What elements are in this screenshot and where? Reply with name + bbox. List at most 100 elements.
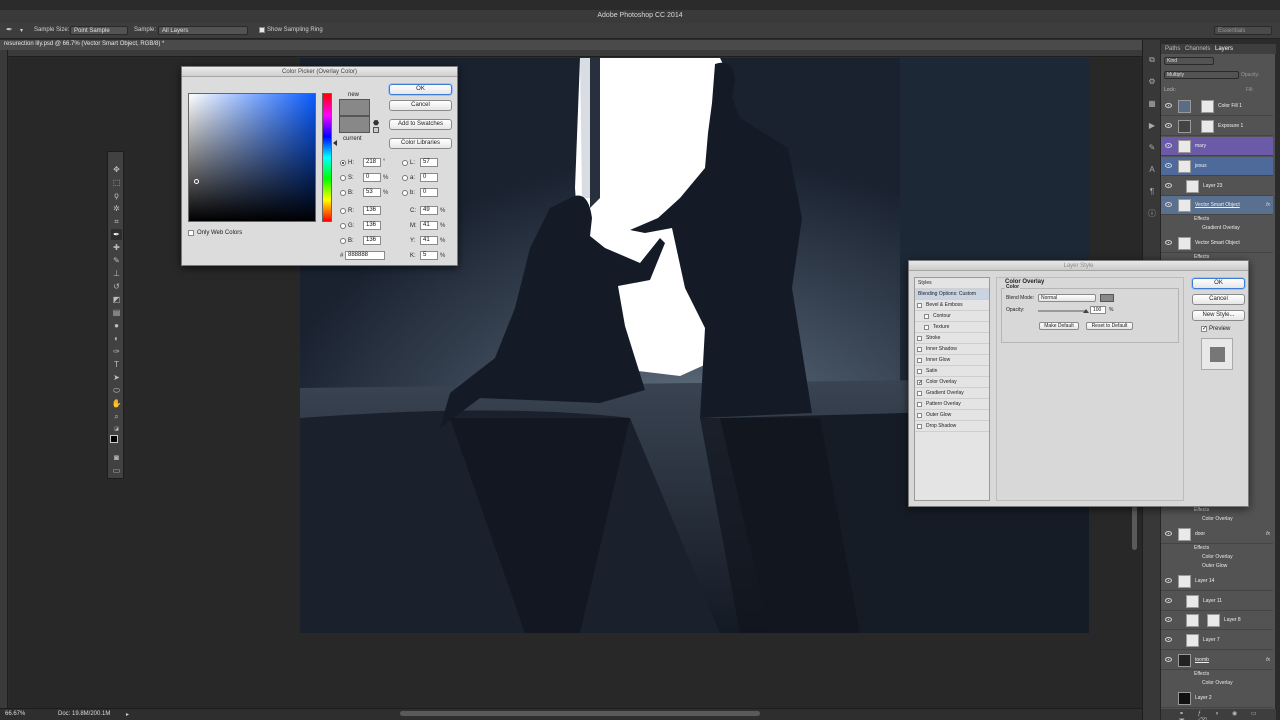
filter-kind-select[interactable]: Kind [1164, 57, 1214, 65]
visibility-eye-icon[interactable] [1165, 598, 1172, 603]
paragraph-panel-icon[interactable]: ¶ [1147, 187, 1157, 197]
style-item-contour[interactable]: Contour [915, 311, 989, 322]
hand-tool-icon[interactable]: ✋ [111, 398, 122, 409]
style-checkbox[interactable] [917, 369, 922, 374]
hue-radio[interactable] [340, 160, 346, 166]
status-menu-arrow-icon[interactable]: ▸ [126, 711, 129, 718]
layer-row[interactable]: toomb fx [1161, 651, 1273, 670]
pen-tool-icon[interactable]: ✑ [111, 346, 122, 357]
shape-tool-icon[interactable]: ⬭ [111, 385, 122, 396]
out-of-gamut-icon[interactable]: ⬣ [373, 119, 379, 127]
visibility-eye-icon[interactable] [1165, 143, 1172, 148]
layer-actions-icons[interactable]: ⚭ ƒ ◑ ◉ ▭ ▣ ⌫ [1179, 710, 1276, 720]
layer-group-row[interactable]: mary [1161, 137, 1273, 156]
style-item-color-overlay[interactable]: Color Overlay [915, 377, 989, 389]
move-tool-icon[interactable]: ✥ [111, 164, 122, 175]
hue-input[interactable]: 218 [363, 158, 381, 167]
blur-tool-icon[interactable]: ● [111, 320, 122, 331]
tab-layers[interactable]: Layers [1215, 46, 1233, 52]
cyan-input[interactable]: 49 [420, 206, 438, 215]
blue-input[interactable]: 136 [363, 236, 381, 245]
layer-row[interactable]: door fx [1161, 525, 1273, 544]
visibility-eye-icon[interactable] [1165, 578, 1172, 583]
fx-icon[interactable]: fx [1266, 202, 1270, 208]
layer-group-row[interactable]: jesus [1161, 157, 1273, 176]
blend-mode-select[interactable]: Normal [1038, 294, 1096, 302]
style-item-inner-glow[interactable]: Inner Glow [915, 355, 989, 366]
layer-row[interactable]: Layer 7 [1161, 631, 1273, 650]
style-checkbox[interactable] [917, 358, 922, 363]
layer-row[interactable]: Color Fill 1 [1161, 97, 1273, 116]
styles-header[interactable]: Styles [915, 278, 989, 289]
make-default-button[interactable]: Make Default [1039, 322, 1079, 330]
opacity-input[interactable]: 100 [1090, 306, 1106, 314]
magenta-input[interactable]: 41 [420, 221, 438, 230]
only-web-colors-checkbox[interactable] [188, 230, 194, 236]
style-checkbox[interactable] [924, 325, 929, 330]
add-to-swatches-button[interactable]: Add to Swatches [389, 119, 452, 130]
tab-paths[interactable]: Paths [1165, 46, 1180, 52]
character-panel-icon[interactable]: A [1147, 165, 1157, 175]
history-panel-icon[interactable]: ⧉ [1147, 55, 1157, 65]
layer-row[interactable]: Layer 11 [1161, 592, 1273, 611]
effect-item[interactable]: Color Overlay [1202, 554, 1233, 560]
style-item-stroke[interactable]: Stroke [915, 333, 989, 344]
style-item-bevel-emboss[interactable]: Bevel & Emboss [915, 300, 989, 311]
layer-row[interactable]: Layer 14 [1161, 572, 1273, 591]
visibility-eye-icon[interactable] [1165, 103, 1172, 108]
red-radio[interactable] [340, 208, 346, 214]
clone-stamp-tool-icon[interactable]: ⊥ [111, 268, 122, 279]
cancel-button[interactable]: Cancel [1192, 294, 1245, 305]
dodge-tool-icon[interactable]: ◐ [111, 333, 122, 344]
a-input[interactable]: 0 [420, 173, 438, 182]
default-colors-icon[interactable]: ◪ [111, 424, 122, 435]
blend-mode-select[interactable]: Multiply [1164, 71, 1239, 79]
style-checkbox[interactable] [917, 378, 923, 389]
overlay-color-swatch[interactable] [1100, 294, 1114, 302]
eraser-tool-icon[interactable]: ◩ [111, 294, 122, 305]
visibility-eye-icon[interactable] [1165, 240, 1172, 245]
green-input[interactable]: 136 [363, 221, 381, 230]
style-item-inner-shadow[interactable]: Inner Shadow [915, 344, 989, 355]
visibility-eye-icon[interactable] [1165, 183, 1172, 188]
effect-item[interactable]: Color Overlay [1202, 680, 1233, 686]
zoom-level[interactable]: 66.67% [5, 711, 25, 717]
sample-size-select[interactable]: Point Sample [70, 26, 128, 35]
hue-slider-arrow-icon[interactable] [333, 140, 337, 146]
tool-preset-icon[interactable]: ▾ [20, 27, 23, 34]
hex-input[interactable]: 888888 [345, 251, 385, 260]
blending-options-item[interactable]: Blending Options: Custom [915, 289, 989, 300]
brushes-panel-icon[interactable]: ✎ [1147, 143, 1157, 153]
green-radio[interactable] [340, 223, 346, 229]
style-item-drop-shadow[interactable]: Drop Shadow [915, 421, 989, 432]
b-lab-radio[interactable] [402, 190, 408, 196]
marquee-tool-icon[interactable]: ⬚ [111, 177, 122, 188]
style-checkbox[interactable] [924, 314, 929, 319]
style-checkbox[interactable] [917, 347, 922, 352]
healing-brush-tool-icon[interactable]: ✚ [111, 242, 122, 253]
layer-row-selected[interactable]: Vector Smart Object fx [1161, 196, 1273, 215]
sample-select[interactable]: All Layers [158, 26, 248, 35]
l-input[interactable]: 57 [420, 158, 438, 167]
fx-icon[interactable]: fx [1266, 657, 1270, 663]
style-checkbox[interactable] [917, 336, 922, 341]
style-checkbox[interactable] [917, 391, 922, 396]
type-tool-icon[interactable]: T [111, 359, 122, 370]
saturation-input[interactable]: 0 [363, 173, 381, 182]
new-style-button[interactable]: New Style... [1192, 310, 1245, 321]
cancel-button[interactable]: Cancel [389, 100, 452, 111]
tab-channels[interactable]: Channels [1185, 46, 1210, 52]
color-field-marker[interactable] [194, 179, 199, 184]
style-checkbox[interactable] [917, 303, 922, 308]
layer-row[interactable]: Exposure 1 [1161, 117, 1273, 136]
workspace-select[interactable]: Essentials [1214, 26, 1272, 35]
style-item-pattern-overlay[interactable]: Pattern Overlay [915, 399, 989, 410]
layer-row[interactable]: Vector Smart Object [1161, 234, 1273, 253]
opacity-slider-thumb-icon[interactable] [1083, 309, 1089, 313]
history-brush-tool-icon[interactable]: ↺ [111, 281, 122, 292]
swatches-panel-icon[interactable]: ▦ [1147, 99, 1157, 109]
layer-row[interactable]: Layer 8 [1161, 611, 1273, 630]
effect-item[interactable]: Outer Glow [1202, 563, 1227, 569]
zoom-tool-icon[interactable]: ⌕ [111, 411, 122, 422]
show-ring-checkbox[interactable] [259, 27, 265, 33]
